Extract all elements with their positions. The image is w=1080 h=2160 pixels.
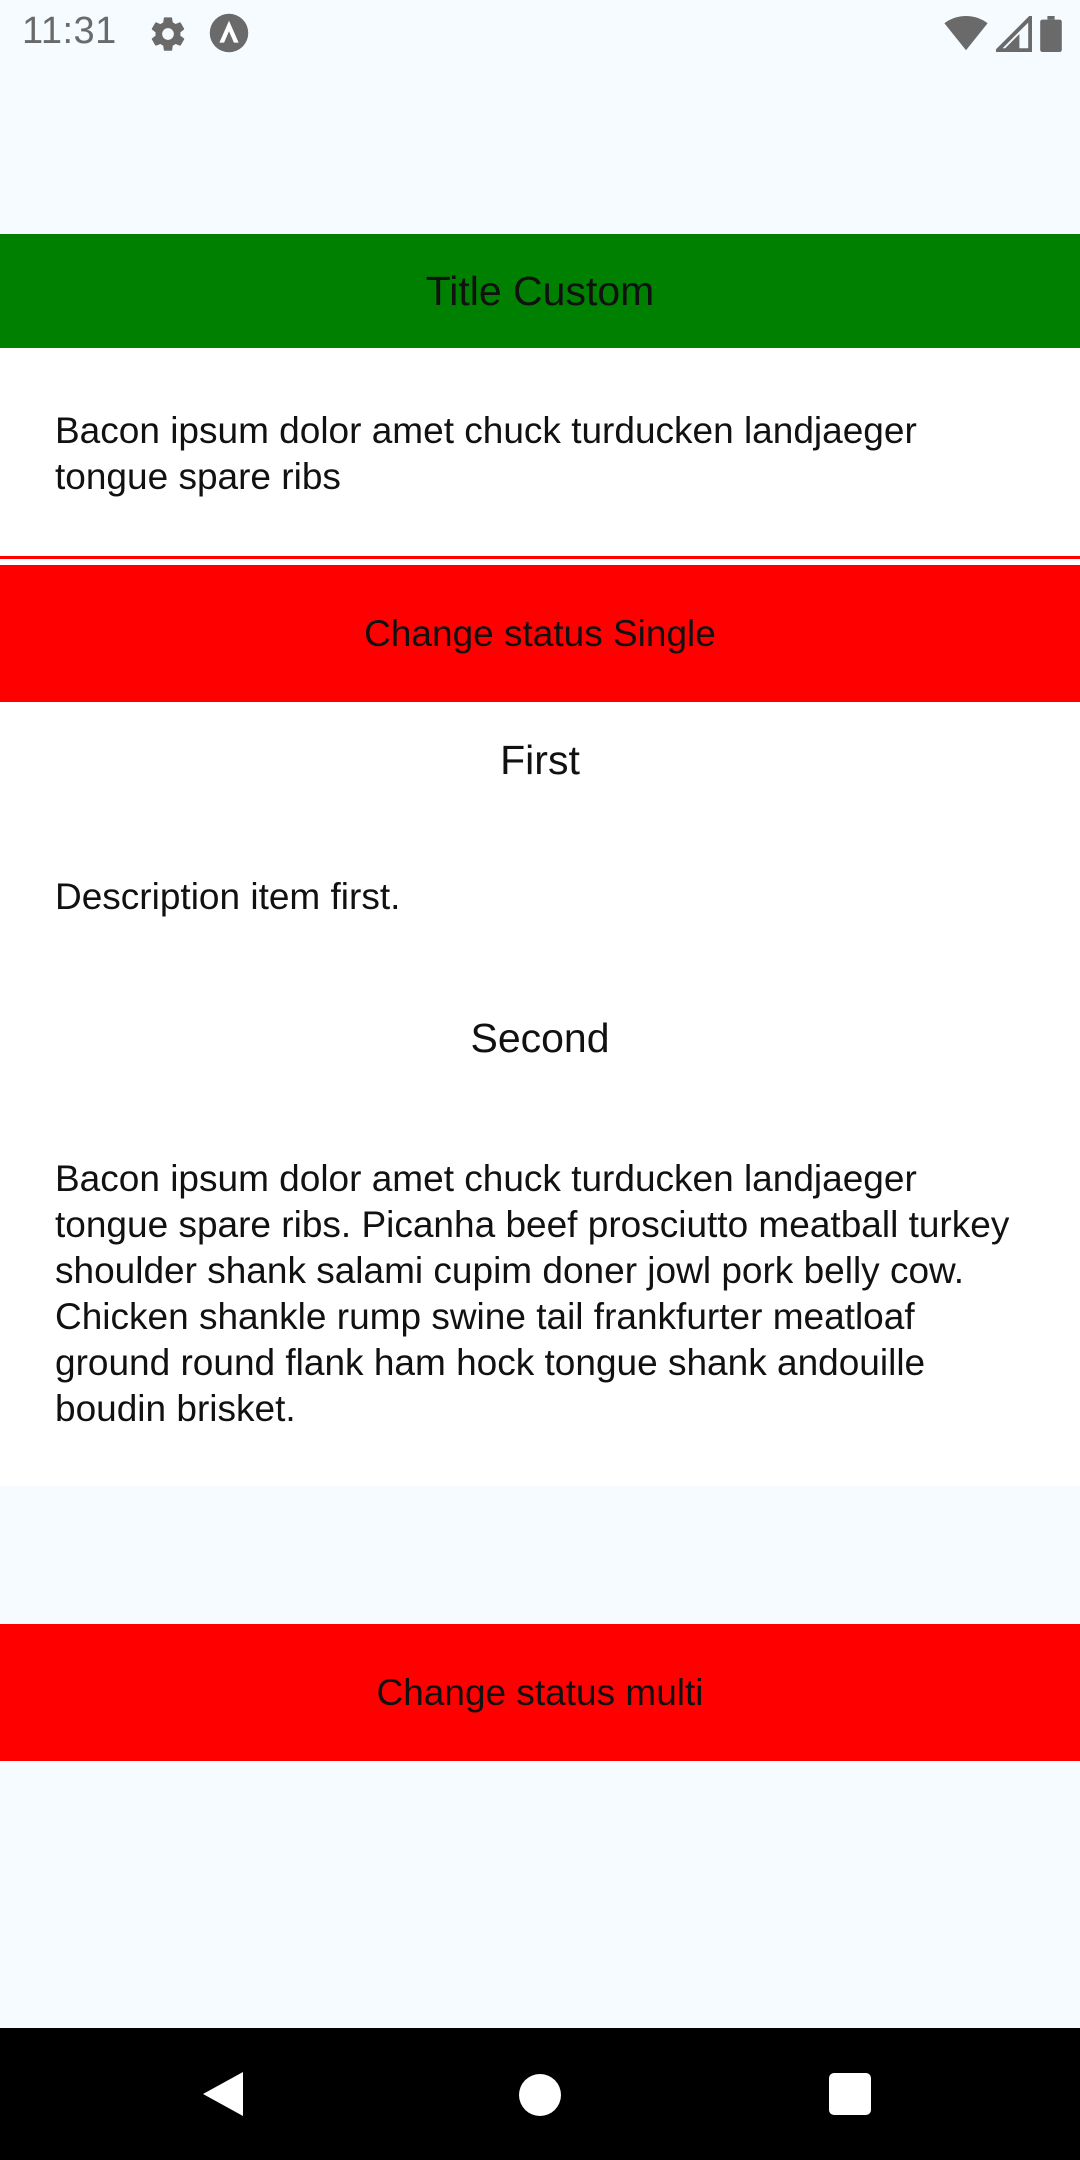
gear-icon (151, 17, 185, 51)
page-title: Title Custom (425, 267, 655, 314)
back-icon[interactable] (203, 2072, 243, 2116)
app-a-icon (209, 13, 249, 53)
status-bar: 11:31 (0, 0, 1080, 64)
accordion-item-second-title[interactable]: Second (0, 1015, 1080, 1062)
change-status-single-button[interactable]: Change status Single (0, 565, 1080, 702)
change-status-multi-button[interactable]: Change status multi (0, 1624, 1080, 1761)
status-time: 11:31 (22, 10, 117, 52)
content-block: Bacon ipsum dolor amet chuck turducken l… (0, 348, 1080, 555)
status-indicators (944, 14, 1062, 54)
recents-icon[interactable] (829, 2073, 871, 2115)
home-icon[interactable] (519, 2074, 561, 2116)
wifi-icon (944, 16, 988, 51)
navigation-bar (0, 2028, 1080, 2160)
accordion-item-first-description: Description item first. (55, 876, 401, 917)
accordion-item-second-description: Bacon ipsum dolor amet chuck turducken l… (55, 1158, 1010, 1429)
accordion: First Description item first. Second Bac… (0, 702, 1080, 1486)
signal-icon (996, 16, 1032, 52)
header-bar: Title Custom (0, 234, 1080, 348)
battery-icon (1040, 16, 1062, 52)
content-text: Bacon ipsum dolor amet chuck turducken l… (55, 410, 917, 497)
accordion-item-first-title[interactable]: First (0, 737, 1080, 784)
